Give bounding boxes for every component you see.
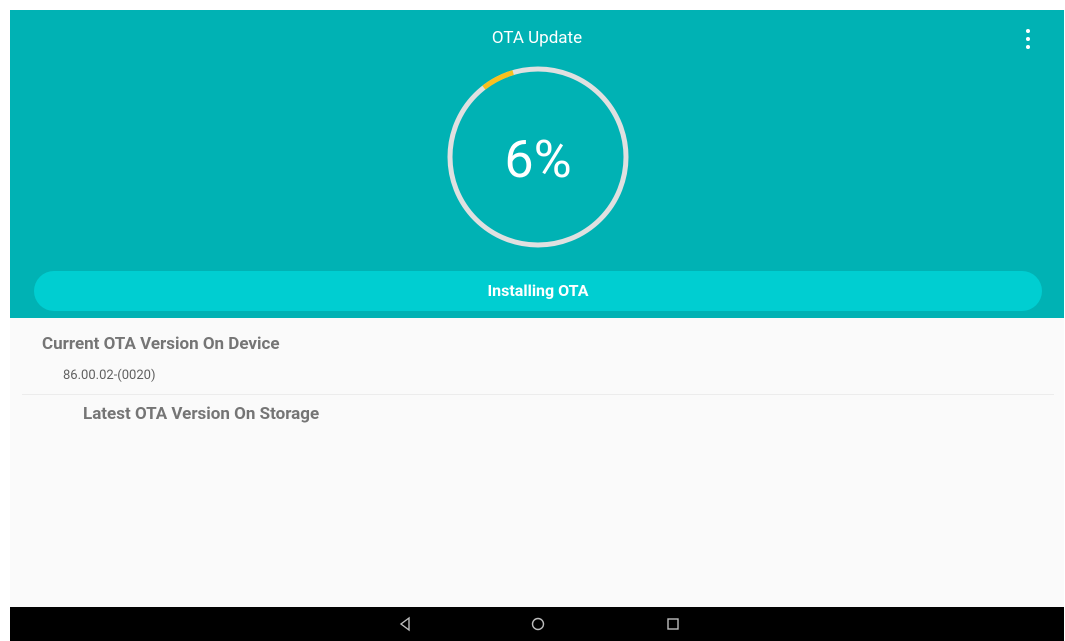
current-version-label: Current OTA Version On Device bbox=[42, 334, 280, 354]
installing-status-button[interactable]: Installing OTA bbox=[34, 271, 1042, 311]
home-icon[interactable] bbox=[529, 615, 547, 633]
screen: OTA Update 6% Installing OTA Current OTA… bbox=[10, 10, 1064, 641]
navigation-bar bbox=[10, 607, 1064, 641]
latest-version-label: Latest OTA Version On Storage bbox=[83, 404, 320, 424]
app-title: OTA Update bbox=[491, 28, 583, 48]
more-vert-icon[interactable] bbox=[1022, 28, 1034, 50]
back-icon[interactable] bbox=[396, 615, 414, 633]
app-header: OTA Update 6% Installing OTA bbox=[10, 10, 1064, 318]
progress-percent: 6% bbox=[504, 129, 572, 190]
divider bbox=[22, 394, 1054, 395]
recents-icon[interactable] bbox=[664, 615, 682, 633]
current-version-value: 86.00.02-(0020) bbox=[63, 368, 156, 383]
